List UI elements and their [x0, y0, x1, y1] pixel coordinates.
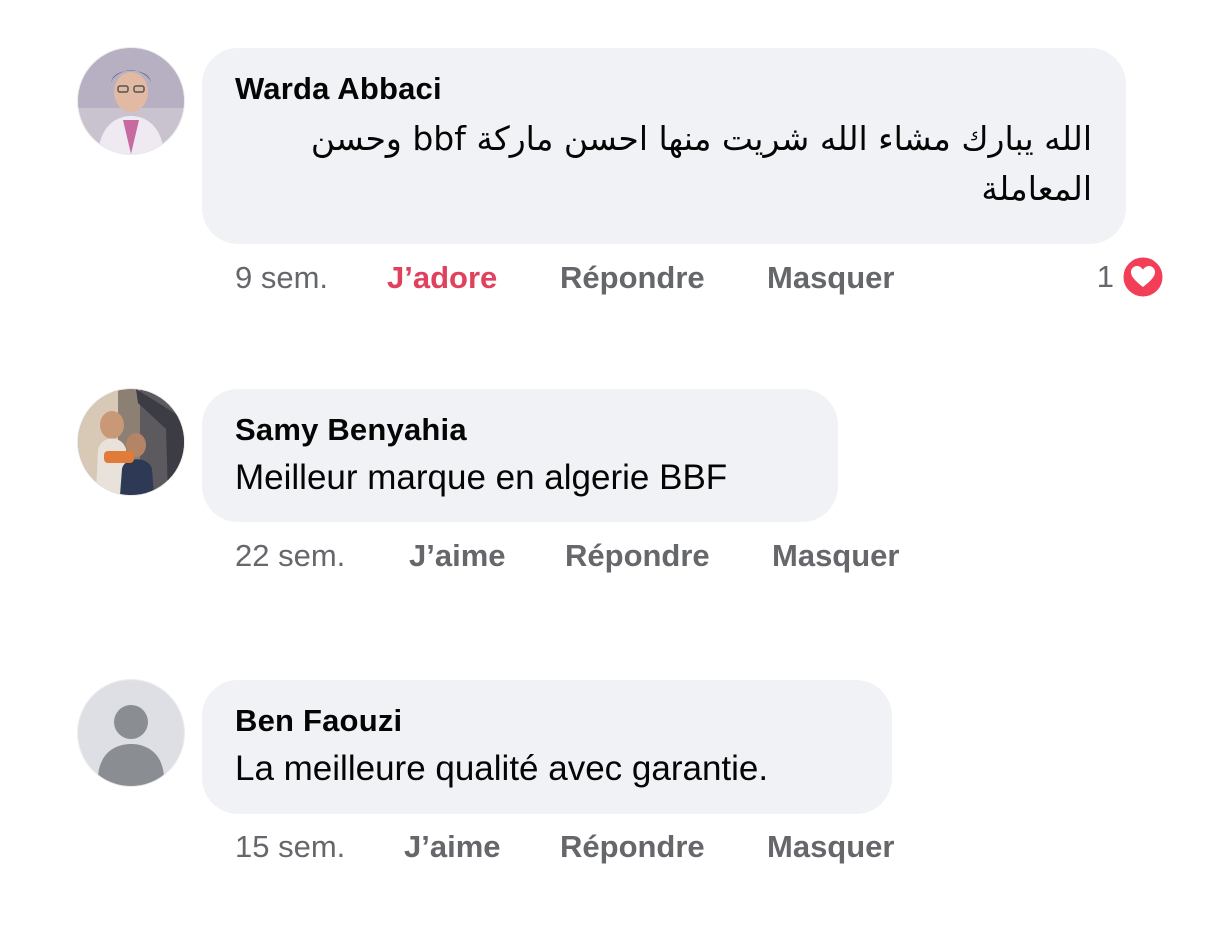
comment-text: الله يبارك مشاء الله شريت منها احسن مارك… [310, 119, 1092, 208]
comment-bubble: Samy Benyahia Meilleur marque en algerie… [202, 389, 838, 522]
comment-text: Meilleur marque en algerie BBF [235, 458, 728, 497]
comment-author[interactable]: Warda Abbaci [235, 70, 1092, 108]
comment-author[interactable]: Samy Benyahia [235, 411, 804, 449]
reaction-count: 1 [1096, 259, 1114, 294]
hide-button[interactable]: Masquer [772, 538, 899, 574]
like-button[interactable]: J’aime [404, 829, 560, 865]
comment-actions: 9 sem. J’adore Répondre Masquer [235, 260, 894, 296]
heart-icon [1120, 254, 1166, 300]
reply-button[interactable]: Répondre [560, 829, 767, 865]
comment-time[interactable]: 15 sem. [235, 829, 404, 865]
avatar[interactable] [78, 680, 184, 786]
reply-button[interactable]: Répondre [560, 260, 767, 296]
comment-bubble: Warda Abbaci الله يبارك مشاء الله شريت م… [202, 48, 1126, 244]
profile-photo-icon [78, 48, 184, 154]
hide-button[interactable]: Masquer [767, 260, 894, 296]
avatar[interactable] [78, 389, 184, 495]
reply-button[interactable]: Répondre [565, 538, 772, 574]
profile-photo-icon [78, 389, 184, 495]
love-button[interactable]: J’adore [387, 260, 560, 296]
comment-actions: 15 sem. J’aime Répondre Masquer [235, 829, 894, 865]
comment-author[interactable]: Ben Faouzi [235, 702, 858, 740]
comment-text: La meilleure qualité avec garantie. [235, 749, 769, 788]
comments-section: Warda Abbaci الله يبارك مشاء الله شريت م… [0, 0, 1212, 951]
default-avatar-icon [78, 680, 184, 786]
hide-button[interactable]: Masquer [767, 829, 894, 865]
like-button[interactable]: J’aime [409, 538, 565, 574]
avatar[interactable] [78, 48, 184, 154]
comment-time[interactable]: 22 sem. [235, 538, 409, 574]
comment-time[interactable]: 9 sem. [235, 260, 387, 296]
comment-bubble: Ben Faouzi La meilleure qualité avec gar… [202, 680, 892, 814]
comment-actions: 22 sem. J’aime Répondre Masquer [235, 538, 899, 574]
reaction-summary[interactable]: 1 [1097, 254, 1166, 300]
